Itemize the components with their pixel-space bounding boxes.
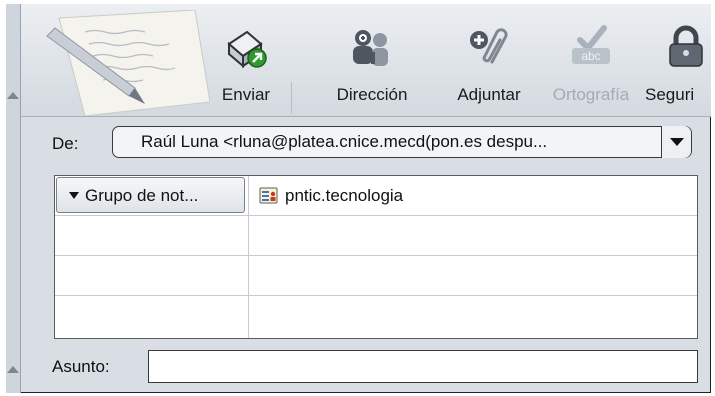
- subject-label: Asunto:: [52, 357, 110, 376]
- collapse-sidebar: [6, 4, 21, 393]
- chevron-down-icon[interactable]: [661, 126, 691, 158]
- send-button[interactable]: Enviar: [201, 22, 291, 114]
- spellcheck-icon: abc: [572, 25, 610, 64]
- recipient-row[interactable]: [55, 216, 697, 256]
- address-book-icon: [353, 30, 388, 66]
- spellcheck-label: Ortografía: [552, 85, 630, 104]
- recipients-grid: Grupo de not... pntic.tecnologia: [54, 175, 698, 339]
- toolbar-separator: [291, 82, 292, 114]
- recipient-row[interactable]: [55, 296, 697, 336]
- recipient-type-select[interactable]: Grupo de not...: [56, 177, 245, 213]
- address-button[interactable]: Dirección: [317, 22, 427, 114]
- from-account-select[interactable]: Raúl Luna <rluna@platea.cnice.mecd(pon.e…: [112, 126, 692, 158]
- compose-toolbar: Enviar Dirección Adjuntar abc Ortografía: [21, 4, 711, 117]
- security-label: Seguri: [645, 85, 695, 104]
- recipient-type-label: Grupo de not...: [85, 186, 199, 205]
- from-account-value: Raúl Luna <rluna@platea.cnice.mecd(pon.e…: [141, 132, 548, 151]
- spellcheck-button[interactable]: abc Ortografía: [543, 22, 639, 114]
- triangle-down-icon: [69, 192, 79, 199]
- recipient-row[interactable]: Grupo de not... pntic.tecnologia: [55, 176, 697, 216]
- from-label: De:: [52, 134, 79, 153]
- security-lock-icon: [669, 25, 703, 67]
- address-label: Dirección: [336, 85, 408, 104]
- subject-input[interactable]: [148, 350, 698, 383]
- column-divider: [248, 176, 249, 338]
- attach-label: Adjuntar: [457, 85, 521, 104]
- send-icon: [227, 30, 267, 69]
- attach-button[interactable]: Adjuntar: [439, 22, 539, 114]
- compose-paper-icon: [46, 10, 210, 116]
- svg-text:abc: abc: [581, 49, 600, 63]
- collapse-header-icon[interactable]: [7, 366, 19, 373]
- recipient-row[interactable]: [55, 256, 697, 296]
- collapse-toolbar-icon[interactable]: [7, 92, 19, 99]
- recipient-address[interactable]: pntic.tecnologia: [285, 186, 403, 206]
- newsgroup-icon: [259, 187, 278, 204]
- security-button[interactable]: Seguri: [643, 22, 709, 114]
- send-label: Enviar: [221, 85, 271, 104]
- attach-paperclip-icon: [470, 28, 508, 64]
